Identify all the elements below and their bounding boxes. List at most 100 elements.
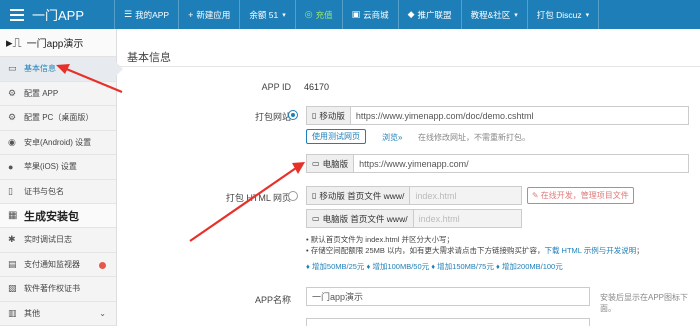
nav-tutorials[interactable]: 教程&社区 ▾	[462, 0, 528, 29]
nav-label: 打包 Discuz	[536, 9, 582, 20]
sidebar-item-payment-monitor[interactable]: ▤ 支付通知监视器	[0, 253, 116, 277]
top-nav-bar: 一门APP ☰ 我的APP + 新建应用 余额 51 ▾ ◎ 充值 ▣ 云商城 ◆ 推广联盟…	[0, 0, 700, 29]
notification-dot	[99, 261, 106, 269]
nav-label: 云商城	[363, 9, 389, 20]
sidebar-app-header[interactable]: ▸⎍ 一门app演示	[0, 29, 116, 57]
app-id-label: APP ID	[261, 82, 291, 92]
sidebar-item-label: 苹果(iOS) 设置	[24, 162, 77, 172]
next-field-value	[307, 319, 589, 326]
recharge-icon: ◎	[304, 9, 313, 19]
sidebar-item-label: 配置 APP	[24, 88, 59, 98]
sidebar-item-other[interactable]: ▥ 其他 ⌄	[0, 302, 116, 326]
pack-html-label: 打包 HTML 网页	[225, 193, 291, 203]
desktop-icon: ▭	[312, 214, 320, 223]
store-icon: ▣	[351, 9, 361, 19]
sidebar-item-copyright[interactable]: ▧ 软件著作权证书	[0, 277, 116, 302]
use-test-page-button[interactable]: 使用测试网页	[306, 129, 366, 144]
sidebar-item-android[interactable]: ◉ 安卓(Android) 设置	[0, 131, 116, 155]
app-name-hint: 安装后显示在APP图标下面。	[600, 293, 689, 313]
caret-down-icon: ▾	[282, 11, 286, 19]
note-text: • 存储空间配额限 25MB 以内，如有更大需求请点击下方链接购买扩容，	[306, 246, 545, 255]
sidebar-item-label: 安卓(Android) 设置	[24, 137, 92, 147]
nav-affiliate[interactable]: ◆ 推广联盟	[399, 0, 462, 29]
sidebar-item-certificate[interactable]: ▯ 证书与包名	[0, 180, 116, 204]
certificate-icon: ▯	[8, 185, 13, 196]
pack-site-label: 打包网站	[254, 112, 291, 122]
nav-cloud-store[interactable]: ▣ 云商城	[343, 0, 399, 29]
sidebar-app-name: 一门app演示	[26, 39, 84, 50]
nav-label: 推广联盟	[417, 9, 452, 20]
mobile-icon: ▯	[312, 191, 317, 200]
next-field-input[interactable]	[306, 318, 590, 326]
buy-150mb-link[interactable]: ♦ 增加150MB/75元	[431, 262, 494, 271]
bug-icon: ✱	[8, 234, 16, 245]
settings-icon: ⚙	[8, 112, 17, 123]
pc-home-addon: ▭ 电脑版 首页文件 www/	[307, 210, 414, 227]
sidebar-item-label: 基本信息	[24, 64, 56, 74]
sidebar-item-build-package[interactable]: ▦ 生成安装包	[0, 204, 116, 228]
pack-site-radio[interactable]	[288, 110, 298, 120]
sidebar-item-label: 软件著作权证书	[24, 284, 80, 294]
mobile-url-input[interactable]: ▯ 移动版 https://www.yimenapp.com/doc/demo.c…	[306, 106, 689, 125]
pack-html-radio[interactable]	[288, 191, 298, 201]
download-html-example-link[interactable]: 下载 HTML 示例与开发说明	[544, 246, 636, 255]
addon-label: 电脑版	[322, 158, 349, 169]
brand-logo[interactable]: 一门APP	[0, 0, 115, 29]
monitor-icon: ▤	[8, 258, 17, 269]
online-edit-hint: 在线修改网址，不需重新打包。	[418, 133, 530, 142]
app-logo-icon: ▸⎍	[6, 34, 22, 50]
apple-icon: ●	[8, 161, 14, 172]
sidebar-item-debug-log[interactable]: ✱ 实时调试日志	[0, 228, 116, 253]
addon-label: 移动版 首页文件 www/	[319, 190, 405, 201]
info-card-icon: ▭	[8, 63, 17, 74]
button-label: 在线开发，管理项目文件	[540, 191, 629, 200]
buy-storage-links: ♦ 增加50MB/25元 ♦ 增加100MB/50元 ♦ 增加150MB/75元…	[306, 261, 563, 272]
buy-100mb-link[interactable]: ♦ 增加100MB/50元	[367, 262, 430, 271]
caret-down-icon: ▾	[514, 11, 518, 19]
nav-label: 新建应用	[196, 9, 231, 20]
edit-icon: ✎	[532, 191, 539, 200]
caret-down-icon: ▾	[585, 11, 590, 19]
chevron-down-icon: ⌄	[99, 308, 106, 318]
app-name-input[interactable]: 一门app演示	[306, 287, 590, 306]
online-dev-manage-files-button[interactable]: ✎ 在线开发，管理项目文件	[527, 187, 634, 204]
sidebar-item-config-pc[interactable]: ⚙ 配置 PC（桌面版）	[0, 106, 116, 131]
brand-name: 一门APP	[32, 8, 85, 23]
pc-home-file-field: index.html	[413, 210, 521, 227]
mobile-url-value: https://www.yimenapp.com/doc/demo.cshtml	[355, 110, 534, 121]
buy-200mb-link[interactable]: ♦ 增加200MB/100元	[496, 262, 563, 271]
nav-pack-discuz[interactable]: 打包 Discuz ▾	[528, 0, 600, 29]
pc-url-value: https://www.yimenapp.com/	[359, 158, 469, 169]
sidebar-item-ios[interactable]: ● 苹果(iOS) 设置	[0, 155, 116, 180]
app-name-label: APP名称	[254, 295, 291, 305]
pc-url-input[interactable]: ▭ 电脑版 https://www.yimenapp.com/	[306, 154, 689, 173]
sidebar-item-config-app[interactable]: ⚙ 配置 APP	[0, 82, 116, 106]
nav-new-app[interactable]: + 新建应用	[179, 0, 241, 29]
note-default-home: • 默认首页文件为 index.html 并区分大小写；	[306, 235, 455, 244]
copyright-icon: ▧	[8, 283, 17, 294]
sidebar-item-label: 配置 PC（桌面版）	[24, 113, 94, 123]
pc-addon: ▭ 电脑版	[307, 155, 355, 172]
note-storage: • 存储空间配额限 25MB 以内，如有更大需求请点击下方链接购买扩容，下载 H…	[306, 245, 644, 256]
sidebar-item-label: 支付通知监视器	[24, 259, 80, 269]
nav-recharge[interactable]: ◎ 充值	[296, 0, 343, 29]
desktop-icon: ▭	[312, 159, 320, 168]
sidebar-item-label: 实时调试日志	[24, 235, 72, 245]
more-icon: ▥	[8, 307, 17, 318]
android-icon: ◉	[8, 136, 16, 147]
app-id-value: 46170	[304, 82, 330, 92]
browse-link[interactable]: 浏览»	[382, 132, 402, 143]
mobile-home-file-input[interactable]: ▯ 移动版 首页文件 www/ index.html	[306, 186, 522, 205]
pc-home-file-input[interactable]: ▭ 电脑版 首页文件 www/ index.html	[306, 209, 522, 228]
nav-label: 充值	[315, 9, 333, 20]
mobile-addon: ▯ 移动版	[307, 107, 351, 124]
nav-balance[interactable]: 余额 51 ▾	[240, 0, 296, 29]
buy-50mb-link[interactable]: ♦ 增加50MB/25元	[306, 262, 364, 271]
affiliate-icon: ◆	[407, 9, 415, 19]
nav-my-app[interactable]: ☰ 我的APP	[115, 0, 180, 29]
sidebar-section-label: 生成安装包	[24, 210, 79, 223]
menu-lines-icon	[8, 8, 26, 22]
sidebar-item-basic-info[interactable]: ▭ 基本信息	[0, 57, 123, 82]
nav-label: 教程&社区	[470, 9, 511, 20]
main-content: 基本信息 APP ID 46170 打包网站 ▯ 移动版 https://www.…	[117, 29, 700, 326]
